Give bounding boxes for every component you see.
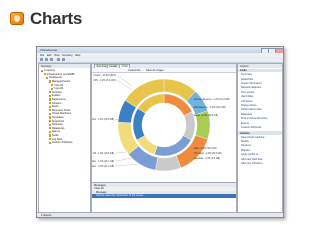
- chart-label: Pool - 4.3% (39.0 GB): [194, 148, 217, 150]
- leader-line: [114, 157, 133, 162]
- up-icon[interactable]: [50, 58, 53, 61]
- action-item[interactable]: Floppy drives: [241, 104, 256, 107]
- folder-icon: [48, 101, 51, 105]
- chart-label: Disk Reserve - 1.2% (10.0 GB): [194, 106, 226, 109]
- folder-icon: [48, 127, 51, 130]
- actions-title: Actions: [240, 64, 249, 68]
- help-icon[interactable]: [62, 58, 65, 61]
- action-item[interactable]: Port groups: [241, 91, 254, 94]
- messages-pane: Messages Clear All Message Cannot save t…: [92, 182, 236, 213]
- chart-label: Template - 1.3% (9.6 GB): [194, 157, 220, 160]
- refresh-icon[interactable]: [57, 58, 60, 61]
- action-item[interactable]: Hard disks: [241, 95, 253, 98]
- folder-icon: [48, 112, 51, 116]
- status-text: 2 objects: [41, 214, 52, 217]
- action-item[interactable]: Network adapters: [241, 86, 261, 89]
- message-text: Cannot save the connection to the server…: [96, 194, 146, 198]
- slide-title: Charts: [30, 9, 83, 28]
- message-row[interactable]: Cannot save the connection to the server…: [92, 194, 236, 198]
- chart-label: Folder - 1.4% (16.7 GB): [92, 160, 114, 163]
- nav-item[interactable]: Custom Attributes: [48, 141, 73, 145]
- chart-label: Cluster - 42.6% (80.1): [94, 74, 117, 77]
- actions-pane: Actions Links Summary Snapshots Guest Infor…: [237, 63, 283, 213]
- navigation-header-label: Inventory: [41, 64, 52, 68]
- chart-label: VM - 1.4% (16.8 GB): [93, 153, 115, 155]
- leader-line: [116, 75, 133, 87]
- action-item[interactable]: CD drives: [241, 100, 252, 103]
- action-item[interactable]: Apply profile to...: [241, 153, 260, 156]
- folder-icon: [48, 123, 51, 126]
- leader-line: [116, 80, 133, 91]
- action-item[interactable]: Datastore: [241, 113, 252, 116]
- content-pane: Summary Details Chart Customize... Save …: [91, 63, 237, 213]
- folder-icon: [43, 73, 46, 76]
- actions-group-header[interactable]: Links: [238, 69, 282, 73]
- action-item[interactable]: Add new hard disk...: [241, 158, 265, 161]
- folder-icon: [48, 94, 51, 98]
- navigation-header: Inventory: [39, 64, 90, 68]
- action-item[interactable]: Find in Active Directory: [241, 117, 268, 120]
- nav-item-label: Custom Attributes: [51, 141, 73, 145]
- folder-icon: [41, 69, 44, 72]
- chart-label: CPU - 1.2% (3.4 GHz): [93, 80, 116, 82]
- actions-group-title: Links: [240, 69, 247, 73]
- folder-icon: [48, 91, 51, 94]
- action-item[interactable]: Performance data: [241, 108, 262, 111]
- donut-slice: [155, 155, 182, 172]
- action-item[interactable]: Rename...: [241, 144, 253, 147]
- actions-group-header[interactable]: Actions: [238, 131, 282, 135]
- donut-hole: [143, 104, 185, 146]
- actions-group-title: Actions: [240, 131, 250, 135]
- actions-header: Actions: [238, 64, 282, 68]
- folder-icon: [48, 98, 51, 101]
- action-item[interactable]: Snapshots: [241, 78, 253, 81]
- folder-icon: [46, 76, 49, 80]
- folder-icon: [48, 116, 51, 119]
- chart-label: Thin Pool - 4.3% (20.6 GB): [194, 153, 222, 155]
- donut-chart: Cluster - 42.6% (80.1) CPU - 1.2% (3.4 GH…: [92, 74, 230, 172]
- status-bar: 2 objects: [37, 212, 283, 217]
- leader-line: [114, 163, 139, 167]
- back-icon[interactable]: [40, 58, 43, 61]
- chart-label: Folder - 4.3% (31.2 GB): [92, 165, 114, 168]
- leader-line: [114, 151, 127, 154]
- folder-icon: [48, 80, 51, 83]
- action-item[interactable]: Modify...: [241, 140, 251, 143]
- forward-icon[interactable]: [45, 58, 48, 61]
- action-item[interactable]: Events: [241, 122, 249, 125]
- folder-icon: [48, 119, 51, 123]
- window-title: VirtualCenter: [40, 48, 58, 52]
- folder-icon: [48, 137, 51, 141]
- folder-icon: [48, 134, 51, 137]
- folder-icon: [51, 83, 54, 87]
- action-item[interactable]: Add new CD drive...: [241, 162, 264, 165]
- folder-icon: [48, 105, 51, 108]
- navigation-pane: Inventory Inventory Infrastructure (Local…: [38, 63, 91, 213]
- folder-icon: [48, 130, 51, 134]
- chart-label: Host - 1.4% (15.3 MB): [92, 118, 114, 121]
- folder-icon: [51, 87, 54, 90]
- action-item[interactable]: Summary: [241, 73, 252, 76]
- app-window: VirtualCenter File Edit View Inventory H…: [36, 46, 284, 218]
- action-item[interactable]: New virtual machine...: [241, 136, 267, 139]
- folder-icon: [48, 109, 51, 112]
- folder-icon: [48, 141, 51, 144]
- chart-label: Memory Reserve - 1.2% (12.4 GB): [194, 98, 230, 101]
- bullet-icon: [10, 12, 24, 25]
- action-item[interactable]: Guest Information: [241, 82, 262, 85]
- action-item[interactable]: Custom Attributes: [241, 126, 261, 129]
- action-item[interactable]: Migrate...: [241, 149, 252, 152]
- chart-label: Guest - 4.3% (52.6 GB): [194, 114, 218, 117]
